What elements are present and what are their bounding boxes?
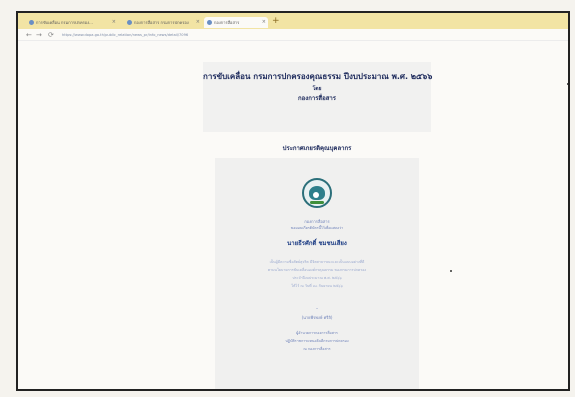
page-content: การขับเคลื่อน กรมการปกครองคุณธรรม ปีงบปร…	[18, 42, 568, 389]
printed-paper: การขับเคลื่อน กรมการปกครอง... × กองการสื…	[0, 0, 575, 397]
tab-3[interactable]: กองการสื่อสาร ×	[204, 17, 268, 28]
address-bar: ← → ⟳ https://www.dopa.go.th/public_rela…	[18, 29, 568, 41]
certificate-body-line: เป็นผู้มีความซื่อสัตย์สุจริต มีจิตสาธารณ…	[269, 260, 365, 264]
section-title: ประกาศเกยรติคุณบุคลากร	[282, 145, 352, 152]
separator: -	[316, 306, 318, 312]
department-logo-icon	[302, 178, 332, 208]
close-icon[interactable]: ×	[262, 17, 266, 28]
url-field[interactable]: https://www.dopa.go.th/public_relation/n…	[62, 32, 232, 38]
certificate-body-line: ให้ไว้ ณ วันที่ ๓๐ กันยายน ๒๕๖๖	[291, 284, 343, 288]
signature-line: ผู้อำนวยการกองการสื่อสาร	[296, 331, 338, 335]
browser-window: การขับเคลื่อน กรมการปกครอง... × กองการสื…	[16, 11, 570, 391]
forward-icon[interactable]: →	[36, 30, 42, 40]
close-icon[interactable]: ×	[112, 17, 116, 28]
close-icon[interactable]: ×	[196, 17, 200, 28]
certificate-body-line: ตามนโยบายการขับเคลื่อนองค์กรคุณธรรม ของก…	[267, 268, 367, 272]
signature-line: ปฏิบัติราชการแทนอธิบดีกรมการปกครอง	[285, 339, 349, 343]
tab-2[interactable]: กองการสื่อสาร กรมการปกครอง ×	[124, 17, 202, 28]
back-icon[interactable]: ←	[26, 30, 32, 40]
certificate-body-line: ประจำปีงบประมาณ พ.ศ. ๒๕๖๖	[292, 276, 342, 280]
reload-icon[interactable]: ⟳	[48, 30, 54, 40]
signature-line: ณ กองการสื่อสาร	[303, 347, 331, 351]
favicon-icon	[207, 20, 212, 25]
tab-label: การขับเคลื่อน กรมการปกครอง...	[36, 20, 93, 25]
org-line-2: ขอมอบเกียรติบัตรนี้ไว้เพื่อแสดงว่า	[290, 226, 344, 230]
page-header: การขับเคลื่อน กรมการปกครองคุณธรรม ปีงบปร…	[203, 62, 433, 132]
favicon-icon	[29, 20, 34, 25]
new-tab-button[interactable]: +	[272, 16, 280, 26]
mouse-cursor	[450, 270, 452, 272]
page-division: กองการสื่อสาร	[298, 95, 336, 102]
favicon-icon	[127, 20, 132, 25]
page-title: การขับเคลื่อน กรมการปกครองคุณธรรม ปีงบปร…	[203, 72, 433, 81]
tab-label: กองการสื่อสาร กรมการปกครอง	[134, 20, 189, 25]
scroll-marker	[567, 83, 568, 85]
tab-label: กองการสื่อสาร	[214, 20, 240, 25]
tab-bar: การขับเคลื่อน กรมการปกครอง... × กองการสื…	[18, 13, 568, 29]
tab-1[interactable]: การขับเคลื่อน กรมการปกครอง... ×	[26, 17, 118, 28]
certificate-card: กองการสื่อสาร ขอมอบเกียรติบัตรนี้ไว้เพื่…	[215, 158, 419, 389]
person-name: นายธีรศักดิ์ ชมชนเสียง	[287, 240, 347, 247]
page-by: โดย	[312, 86, 322, 92]
signer-name: (นายพีรพงษ์ ศรีลิ)	[301, 315, 333, 320]
org-line-1: กองการสื่อสาร	[304, 219, 330, 224]
